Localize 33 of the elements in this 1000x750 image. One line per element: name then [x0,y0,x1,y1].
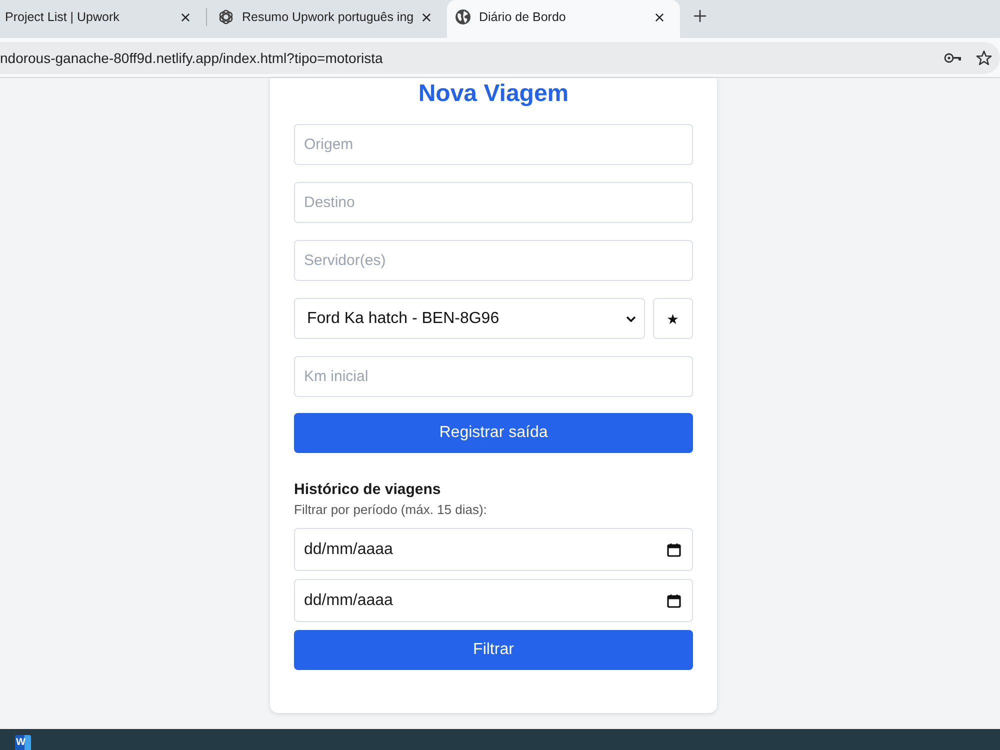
date-field[interactable]: dd/mm/aaaa [294,528,693,571]
favorite-button[interactable]: ★ [653,298,693,339]
knot-icon [218,9,234,25]
filter-hint: Filtrar por período (máx. 15 dias): [294,502,488,518]
text-input[interactable]: Destino [294,182,693,223]
tab-title: Diário de Bordo [479,10,567,24]
browser-tab[interactable]: Diário de Bordo [447,0,680,38]
close-icon[interactable] [181,12,190,22]
date-field[interactable]: dd/mm/aaaa [294,579,693,622]
tab-title: Project List | Upwork [5,10,120,24]
browser-tab[interactable]: Project List | Upwork [0,0,206,34]
key-icon[interactable] [944,52,962,62]
close-icon[interactable] [655,12,664,22]
filter-button[interactable]: Filtrar [294,630,693,670]
plus-icon[interactable] [694,10,706,22]
vehicle-select[interactable]: Ford Ka hatch - BEN-8G96 [294,298,645,339]
calendar-icon[interactable] [667,542,681,556]
form-title: Nova Viagem [417,80,570,108]
tab-title: Resumo Upwork português ing [242,10,414,24]
section-heading: Histórico de viagens [294,481,442,499]
close-icon[interactable] [422,12,431,22]
url-text: ndorous-ganache-80ff9d.netlify.app/index.html?tipo=motorista [0,50,384,66]
document-app-icon[interactable]: W [15,735,31,750]
text-input[interactable]: Origem [294,124,693,165]
text-input[interactable]: Servidor(es) [294,240,693,281]
globe-icon [455,9,471,25]
browser-tab[interactable]: Resumo Upwork português ing [207,0,447,34]
calendar-icon[interactable] [667,594,681,608]
star-icon[interactable] [976,50,992,66]
text-input[interactable]: Km inicial [294,356,693,397]
submit-button[interactable]: Registrar saída [294,413,693,453]
chevron-down-icon [626,316,636,322]
address-bar[interactable]: ndorous-ganache-80ff9d.netlify.app/index.html?tipo=motorista [0,42,1000,74]
